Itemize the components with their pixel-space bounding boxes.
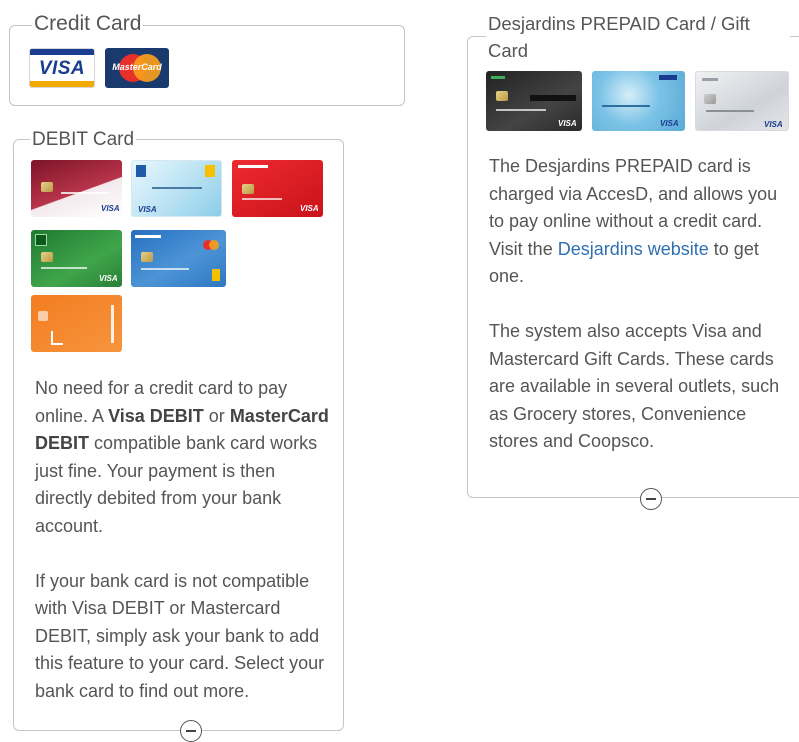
debit-card-legend: DEBIT Card: [30, 129, 137, 151]
minus-icon: [186, 730, 196, 732]
credit-card-legend: Credit Card: [32, 12, 144, 35]
debit-paragraph-1: No need for a credit card to pay online.…: [35, 375, 335, 540]
debit-text-2: or: [203, 405, 230, 426]
visa-logo-text: VISA: [38, 58, 86, 79]
bmo-debit-card-icon[interactable]: [131, 230, 226, 287]
desjardins-prepaid-blue-card-icon[interactable]: VISA: [592, 71, 685, 131]
minus-icon: [646, 498, 656, 500]
rbc-debit-card-icon[interactable]: VISA: [131, 160, 222, 217]
desjardins-debit-card-icon[interactable]: VISA: [31, 160, 122, 217]
mastercard-logo-icon[interactable]: MasterCard: [105, 48, 169, 88]
prepaid-description: The Desjardins PREPAID card is charged v…: [489, 153, 791, 456]
debit-collapse-button[interactable]: [180, 720, 202, 742]
prepaid-card-legend: Desjardins PREPAID Card / Gift Card: [486, 10, 790, 64]
debit-description: No need for a credit card to pay online.…: [35, 375, 335, 705]
debit-paragraph-2: If your bank card is not compatible with…: [35, 570, 325, 701]
scotiabank-debit-card-icon[interactable]: VISA: [232, 160, 323, 217]
desjardins-prepaid-silver-card-icon[interactable]: VISA: [695, 71, 789, 131]
prepaid-paragraph-2: The system also accepts Visa and Masterc…: [489, 321, 780, 451]
visa-debit-strong: Visa DEBIT: [108, 405, 204, 426]
prepaid-card-section: Desjardins PREPAID Card / Gift Card VISA…: [467, 10, 799, 510]
desjardins-website-link[interactable]: Desjardins website: [558, 239, 709, 259]
tangerine-debit-card-icon[interactable]: [31, 295, 122, 352]
td-debit-card-icon[interactable]: VISA: [31, 230, 122, 287]
prepaid-paragraph-1: The Desjardins PREPAID card is charged v…: [489, 153, 791, 291]
credit-card-section: Credit Card VISA MasterCard: [9, 13, 405, 106]
desjardins-prepaid-black-card-icon[interactable]: VISA: [486, 71, 582, 131]
prepaid-collapse-button[interactable]: [640, 488, 662, 510]
mastercard-logo-text: MasterCard: [112, 62, 162, 72]
visa-logo-icon[interactable]: VISA: [29, 48, 95, 88]
debit-card-section: DEBIT Card VISA VISA VISA VISA No need f…: [13, 129, 344, 742]
